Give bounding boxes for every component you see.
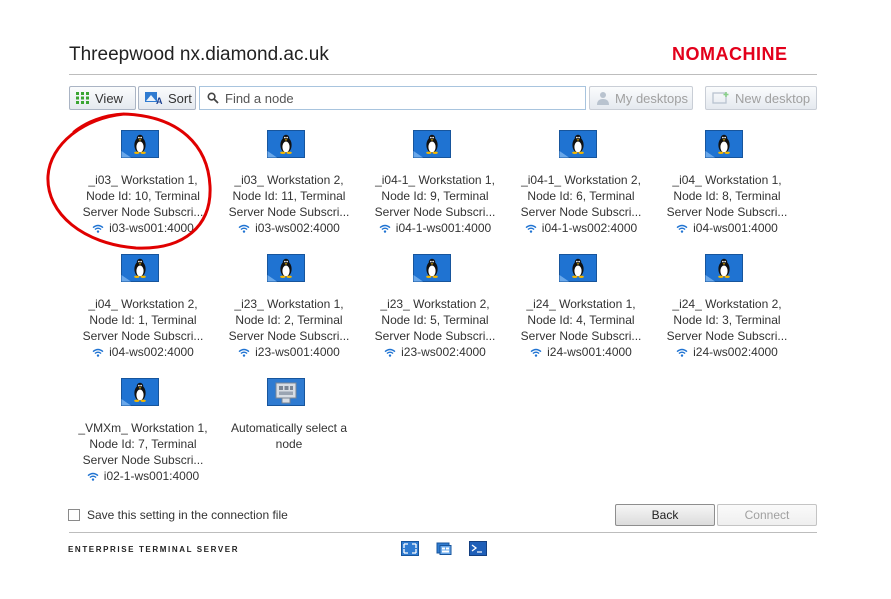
linux-icon — [121, 130, 159, 158]
linux-icon — [121, 378, 159, 406]
search-input[interactable] — [225, 90, 565, 106]
top-divider — [69, 74, 817, 75]
linux-icon — [559, 254, 597, 282]
linux-icon — [705, 130, 743, 158]
auto-select-icon — [267, 378, 305, 406]
display-settings-icon[interactable] — [435, 541, 453, 556]
sort-button[interactable]: A Sort — [138, 86, 196, 110]
node-address-text: i04-1-ws002:4000 — [541, 221, 638, 235]
node-address: i03-ws001:4000 — [69, 220, 217, 236]
new-desktop-label: New desktop — [735, 90, 811, 106]
linux-icon — [413, 130, 451, 158]
nomachine-logo: NOMACHINE — [672, 44, 788, 64]
node-tile[interactable]: _i24_ Workstation 2, Node Id: 3, Termina… — [653, 248, 801, 372]
wifi-icon — [87, 472, 99, 481]
node-label: _i04_ Workstation 2, Node Id: 1, Termina… — [82, 297, 204, 343]
view-button-label: View — [95, 90, 123, 106]
wifi-icon — [238, 348, 250, 357]
node-tile[interactable]: _i23_ Workstation 2, Node Id: 5, Termina… — [361, 248, 509, 372]
node-address-text: i02-1-ws001:4000 — [103, 469, 200, 483]
save-setting-label: Save this setting in the connection file — [87, 508, 288, 522]
node-address: i23-ws001:4000 — [215, 344, 363, 360]
node-tile[interactable]: _VMXm_ Workstation 1, Node Id: 7, Termin… — [69, 372, 217, 496]
node-address-text: i24-ws002:4000 — [693, 345, 778, 359]
node-address: i04-1-ws002:4000 — [507, 220, 655, 236]
node-address: i04-ws002:4000 — [69, 344, 217, 360]
linux-icon — [121, 254, 159, 282]
node-label: _i03_ Workstation 1, Node Id: 10, Termin… — [82, 173, 204, 219]
view-button[interactable]: View — [69, 86, 136, 110]
fullscreen-icon[interactable] — [401, 541, 419, 556]
linux-icon — [413, 254, 451, 282]
node-address: i24-ws001:4000 — [507, 344, 655, 360]
wifi-icon — [676, 224, 688, 233]
my-desktops-label: My desktops — [615, 90, 688, 106]
node-tile[interactable]: _i03_ Workstation 2, Node Id: 11, Termin… — [215, 124, 363, 248]
sort-button-label: Sort — [168, 90, 192, 106]
node-label: _i23_ Workstation 1, Node Id: 2, Termina… — [228, 297, 350, 343]
svg-text:A: A — [156, 96, 163, 105]
sort-icon: A — [145, 91, 163, 105]
back-button[interactable]: Back — [615, 504, 715, 526]
node-tile-auto-select[interactable]: Automatically select a node — [215, 372, 363, 496]
linux-icon — [267, 254, 305, 282]
node-address-text: i04-ws002:4000 — [109, 345, 194, 359]
node-tile[interactable]: _i04-1_ Workstation 1, Node Id: 9, Termi… — [361, 124, 509, 248]
new-desktop-icon — [712, 91, 730, 105]
wifi-icon — [676, 348, 688, 357]
save-setting-row[interactable]: Save this setting in the connection file — [68, 508, 288, 522]
save-setting-checkbox[interactable] — [68, 509, 80, 521]
node-address: i24-ws002:4000 — [653, 344, 801, 360]
product-name: ENTERPRISE TERMINAL SERVER — [68, 545, 240, 554]
terminal-icon[interactable] — [469, 541, 487, 556]
node-label: _i24_ Workstation 2, Node Id: 3, Termina… — [666, 297, 788, 343]
node-address-text: i23-ws002:4000 — [401, 345, 486, 359]
node-address-text: i03-ws002:4000 — [255, 221, 340, 235]
node-tile[interactable]: _i24_ Workstation 1, Node Id: 4, Termina… — [507, 248, 655, 372]
grid-view-icon — [76, 92, 90, 104]
node-address-text: i23-ws001:4000 — [255, 345, 340, 359]
node-grid: _i03_ Workstation 1, Node Id: 10, Termin… — [69, 124, 819, 494]
server-title: Threepwood nx.diamond.ac.uk — [69, 44, 329, 65]
wifi-icon — [384, 348, 396, 357]
node-address-text: i04-1-ws001:4000 — [395, 221, 492, 235]
wifi-icon — [525, 224, 537, 233]
node-label: _VMXm_ Workstation 1, Node Id: 7, Termin… — [78, 421, 208, 467]
node-label: _i24_ Workstation 1, Node Id: 4, Termina… — [520, 297, 642, 343]
linux-icon — [267, 130, 305, 158]
connect-button[interactable]: Connect — [717, 504, 817, 526]
bottom-divider — [69, 532, 817, 533]
wifi-icon — [379, 224, 391, 233]
node-tile[interactable]: _i23_ Workstation 1, Node Id: 2, Termina… — [215, 248, 363, 372]
node-address: i04-1-ws001:4000 — [361, 220, 509, 236]
node-label: _i04_ Workstation 1, Node Id: 8, Termina… — [666, 173, 788, 219]
node-address-text: i04-ws001:4000 — [693, 221, 778, 235]
linux-icon — [559, 130, 597, 158]
node-address: i04-ws001:4000 — [653, 220, 801, 236]
search-icon — [207, 92, 219, 104]
node-label: Automatically select a node — [230, 421, 348, 451]
linux-icon — [705, 254, 743, 282]
node-label: _i03_ Workstation 2, Node Id: 11, Termin… — [228, 173, 350, 219]
wifi-icon — [92, 348, 104, 357]
my-desktops-button[interactable]: My desktops — [589, 86, 693, 110]
wifi-icon — [530, 348, 542, 357]
node-label: _i23_ Workstation 2, Node Id: 5, Termina… — [374, 297, 496, 343]
node-address: i03-ws002:4000 — [215, 220, 363, 236]
search-field[interactable] — [199, 86, 586, 110]
new-desktop-button[interactable]: New desktop — [705, 86, 817, 110]
wifi-icon — [238, 224, 250, 233]
node-address: i02-1-ws001:4000 — [69, 468, 217, 484]
node-address-text: i03-ws001:4000 — [109, 221, 194, 235]
node-address: i23-ws002:4000 — [361, 344, 509, 360]
node-label: _i04-1_ Workstation 2, Node Id: 6, Termi… — [520, 173, 642, 219]
user-icon — [596, 91, 610, 105]
node-label: _i04-1_ Workstation 1, Node Id: 9, Termi… — [374, 173, 496, 219]
node-address-text: i24-ws001:4000 — [547, 345, 632, 359]
node-tile[interactable]: _i04-1_ Workstation 2, Node Id: 6, Termi… — [507, 124, 655, 248]
node-tile[interactable]: _i03_ Workstation 1, Node Id: 10, Termin… — [69, 124, 217, 248]
wifi-icon — [92, 224, 104, 233]
node-tile[interactable]: _i04_ Workstation 2, Node Id: 1, Termina… — [69, 248, 217, 372]
node-tile[interactable]: _i04_ Workstation 1, Node Id: 8, Termina… — [653, 124, 801, 248]
